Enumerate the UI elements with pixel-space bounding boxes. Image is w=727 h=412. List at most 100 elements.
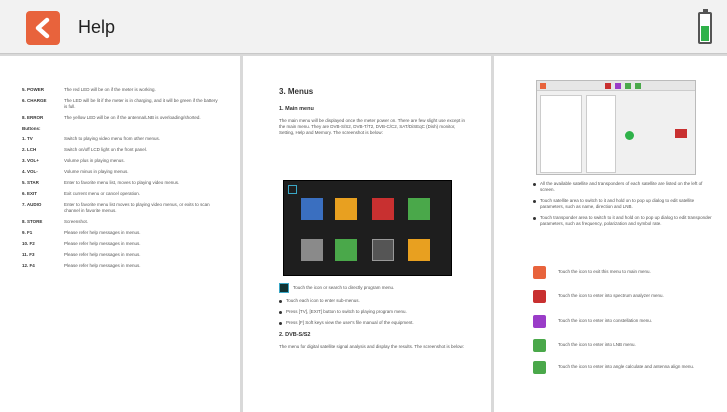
mini-lock-icon xyxy=(625,131,634,140)
spec-row: 6. EXIT Exit current menu or cancel opera… xyxy=(22,191,222,197)
spec-key: 3. VOL+ xyxy=(22,158,39,163)
spec-row: 4. VOL- Volume minus in playing menus. xyxy=(22,169,222,175)
spec-row: 8. ERROR The yellow LED will be on if the… xyxy=(22,115,222,121)
spec-value: Enter to favorite menu list, moves to pl… xyxy=(64,180,180,185)
spec-row: 8. STORE Screenshot. xyxy=(22,219,222,225)
spec-row: 1. TV Switch to playing video menu from o… xyxy=(22,136,222,142)
spec-row: 10. F2 Please refer help messages in menu… xyxy=(22,241,222,247)
spec-row: 3. VOL+ Volume plus in playing menus. xyxy=(22,158,222,164)
help-tile-icon xyxy=(372,239,394,261)
dish-tile-icon xyxy=(408,198,430,220)
bullet-icon xyxy=(279,300,282,303)
mini-angle-icon xyxy=(635,83,641,89)
spec-value: Switch to playing video menu from other … xyxy=(64,136,161,141)
spec-row: 5. POWER The red LED will be on if the me… xyxy=(22,87,222,93)
spec-key: 6. EXIT xyxy=(22,191,38,196)
home-icon xyxy=(288,185,297,194)
constellation-icon xyxy=(533,315,546,328)
dvb-t-tile-icon xyxy=(335,198,357,220)
spectrum-icon xyxy=(533,290,546,303)
manual-page-3[interactable]: All the available satellite and transpon… xyxy=(494,56,727,412)
spec-value: Volume minus in playing menus. xyxy=(64,169,129,174)
bullet-text: Press [F] Soft keys view the user's file… xyxy=(286,320,414,325)
spec-key: 12. F4 xyxy=(22,263,35,268)
spec-value: Enter to favorite menu list moves to pla… xyxy=(64,202,210,213)
bullet-icon xyxy=(533,200,536,203)
spec-value: The red LED will be on if the meter is w… xyxy=(64,87,156,92)
dvb-s-screenshot xyxy=(536,80,696,175)
spec-row: 2. LCH Switch on/off LCD light on the fro… xyxy=(22,147,222,153)
bullet-text: Press [TV], [EXIT] button to switch to p… xyxy=(286,309,407,314)
main-menu-screenshot xyxy=(283,180,452,276)
spec-value: Please refer help messages in menus. xyxy=(64,263,141,268)
spec-key: 2. LCH xyxy=(22,147,37,152)
icon-legend-row: Touch the icon to exit this menu to main… xyxy=(533,266,713,279)
spec-row: 12. F4 Please refer help messages in menu… xyxy=(22,263,222,269)
spec-key: 9. F1 xyxy=(22,230,33,235)
spec-row: 6. CHARGE The LED will be lit if the mete… xyxy=(22,98,222,110)
dvb-s-tile-icon xyxy=(301,198,323,220)
setting-tile-icon xyxy=(335,239,357,261)
main-menu-subheading: 1. Main menu xyxy=(279,106,314,112)
dvb-c-tile-icon xyxy=(372,198,394,220)
dvb-s-text: The menu for digital satellite signal an… xyxy=(279,344,465,349)
manual-page-1[interactable]: 5. POWER The red LED will be on if the me… xyxy=(0,56,240,412)
back-icon xyxy=(533,266,546,279)
bullet-icon xyxy=(533,183,536,186)
back-button[interactable] xyxy=(26,11,60,45)
touch-note: Touch the icon or search to directly pro… xyxy=(293,285,395,290)
spec-value: Exit current menu or cancel operation. xyxy=(64,191,141,196)
spec-key: 1. TV xyxy=(22,136,33,141)
bullet-item: Touch each icon to enter sub-menus. xyxy=(279,298,469,304)
bullet-item: Press [F] Soft keys view the user's file… xyxy=(279,320,469,326)
mini-spectrum-icon xyxy=(605,83,611,89)
icon-legend-row: Touch the icon to enter into angle calcu… xyxy=(533,361,713,374)
spec-row: 9. F1 Please refer help messages in menus… xyxy=(22,230,222,236)
icon-legend-text: Touch the icon to enter into spectrum an… xyxy=(558,293,664,298)
mini-back-icon xyxy=(540,83,546,89)
spec-key: 8. ERROR xyxy=(22,115,44,120)
spec-value: Please refer help messages in menus. xyxy=(64,230,141,235)
spec-key: 6. CHARGE xyxy=(22,98,47,103)
memory-tile-icon xyxy=(301,239,323,261)
lnb-icon xyxy=(533,339,546,352)
spec-key: 4. VOL- xyxy=(22,169,38,174)
bullet-text: All the available satellite and transpon… xyxy=(540,181,703,192)
spec-value: Please refer help messages in menus. xyxy=(64,252,141,257)
bullet-item: Touch transponder area to switch to it a… xyxy=(533,215,713,227)
bullet-item: Press [TV], [EXIT] button to switch to p… xyxy=(279,309,469,315)
bullet-text: Touch satellite area to switch to it and… xyxy=(540,198,695,209)
spec-key: 11. F3 xyxy=(22,252,35,257)
menus-heading: 3. Menus xyxy=(279,87,314,96)
icon-legend-text: Touch the icon to exit this menu to main… xyxy=(558,269,651,274)
spec-row: 5. STAR Enter to favorite menu list, move… xyxy=(22,180,222,186)
icon-legend-row: Touch the icon to enter into spectrum an… xyxy=(533,290,713,303)
icon-legend-row: Touch the icon to enter into LNB menu. xyxy=(533,339,713,352)
icon-legend-row: Touch the icon to enter into constellati… xyxy=(533,315,713,328)
bullet-icon xyxy=(279,311,282,314)
battery-level xyxy=(701,25,709,41)
main-menu-intro: The main menu will be displayed once the… xyxy=(279,118,466,135)
battery-icon xyxy=(698,9,712,44)
page-title: Help xyxy=(78,17,116,37)
spec-value: Volume plus in playing menus. xyxy=(64,158,125,163)
icon-legend-text: Touch the icon to enter into angle calcu… xyxy=(558,364,695,369)
back-arrow-icon xyxy=(35,17,50,39)
header-bar: Help xyxy=(0,0,727,54)
spec-value: Screenshot. xyxy=(64,219,89,224)
bullet-text: Touch each icon to enter sub-menus. xyxy=(286,298,360,303)
bullet-icon xyxy=(279,322,282,325)
buttons-section-title: Buttons: xyxy=(22,126,41,131)
manual-page-2[interactable]: 3. Menus 1. Main menu The main menu will… xyxy=(243,56,491,412)
angle-icon xyxy=(533,361,546,374)
spec-value: Please refer help messages in menus. xyxy=(64,241,141,246)
dvb-s-heading: 2. DVB-S/S2 xyxy=(279,332,311,338)
spec-row: 11. F3 Please refer help messages in menu… xyxy=(22,252,222,258)
spec-row: 7. AUDIO Enter to favorite menu list move… xyxy=(22,202,222,214)
icon-legend-text: Touch the icon to enter into LNB menu. xyxy=(558,342,636,347)
mini-lnb-icon xyxy=(625,83,631,89)
icon-legend-text: Touch the icon to enter into constellati… xyxy=(558,318,653,323)
spec-key: 10. F2 xyxy=(22,241,35,246)
touch-icon xyxy=(279,283,289,293)
bullet-text: Touch transponder area to switch to it a… xyxy=(540,215,712,226)
